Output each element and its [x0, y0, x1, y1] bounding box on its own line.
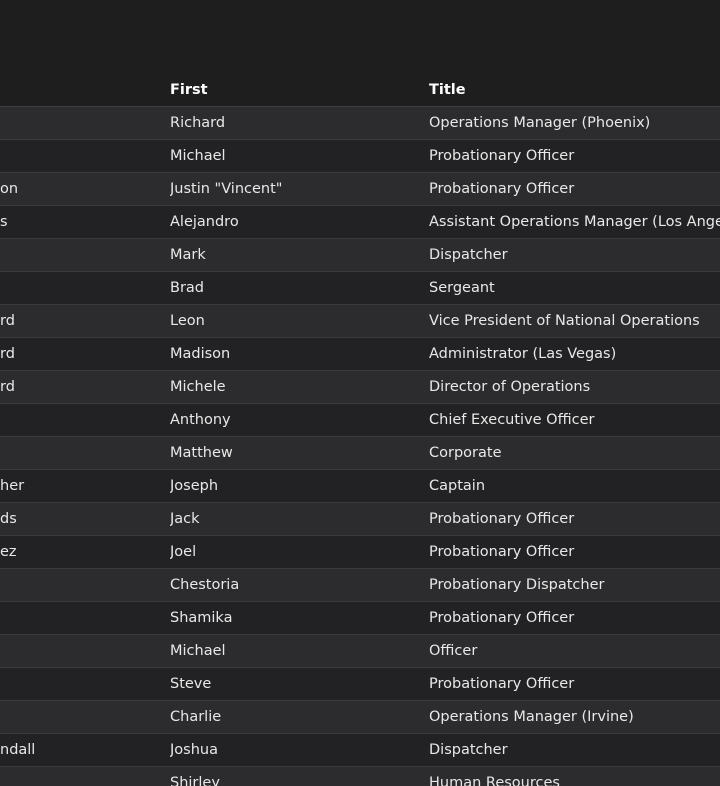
- column-header-first[interactable]: First: [170, 73, 410, 106]
- table-row[interactable]: rd Madison Administrator (Las Vegas): [0, 338, 720, 371]
- table-row[interactable]: Charlie Operations Manager (Irvine): [0, 701, 720, 734]
- cell-first-name: Joel: [170, 544, 197, 560]
- cell-first-name: Joseph: [170, 478, 219, 494]
- employee-table: First Title Richard Operations Manager (P…: [0, 73, 720, 786]
- cell-first-name: Leon: [170, 313, 205, 329]
- cell-first-name: Anthony: [170, 412, 231, 428]
- table-row[interactable]: Brad Sergeant: [0, 272, 720, 305]
- table-row[interactable]: Michael Officer: [0, 635, 720, 668]
- cell-title: Chief Executive Officer: [429, 412, 595, 428]
- page: First Title Richard Operations Manager (P…: [0, 0, 720, 786]
- cell-title: Dispatcher: [429, 247, 508, 263]
- cell-first-name: Joshua: [170, 742, 218, 758]
- cell-first-name: Mark: [170, 247, 206, 263]
- table-row[interactable]: Chestoria Probationary Dispatcher: [0, 569, 720, 602]
- cell-first-name: Michael: [170, 148, 226, 164]
- cell-title: Dispatcher: [429, 742, 508, 758]
- cell-first-name: Richard: [170, 115, 226, 131]
- cell-first-name: Madison: [170, 346, 231, 362]
- cell-last-name: ndall: [0, 742, 36, 758]
- cell-title: Vice President of National Operations: [429, 313, 700, 329]
- cell-first-name: Brad: [170, 280, 204, 296]
- cell-last-name: ez: [0, 544, 17, 560]
- table-row[interactable]: Anthony Chief Executive Officer: [0, 404, 720, 437]
- cell-last-name: ds: [0, 511, 17, 527]
- table-row[interactable]: Richard Operations Manager (Phoenix): [0, 107, 720, 140]
- cell-first-name: Michele: [170, 379, 226, 395]
- cell-title: Operations Manager (Irvine): [429, 709, 634, 725]
- table-row[interactable]: ez Joel Probationary Officer: [0, 536, 720, 569]
- table-row[interactable]: s Alejandro Assistant Operations Manager (…: [0, 206, 720, 239]
- cell-title: Assistant Operations Manager (Los Angele: [429, 214, 720, 230]
- table-row[interactable]: ds Jack Probationary Officer: [0, 503, 720, 536]
- cell-last-name: rd: [0, 346, 15, 362]
- cell-title: Operations Manager (Phoenix): [429, 115, 651, 131]
- table-row[interactable]: Steve Probationary Officer: [0, 668, 720, 701]
- table-header-row: First Title: [0, 73, 720, 107]
- cell-first-name: Justin "Vincent": [170, 181, 283, 197]
- table-row[interactable]: Michael Probationary Officer: [0, 140, 720, 173]
- cell-title: Officer: [429, 643, 478, 659]
- cell-title: Corporate: [429, 445, 502, 461]
- table-row[interactable]: ndall Joshua Dispatcher: [0, 734, 720, 767]
- table-row[interactable]: Shirley Human Resources: [0, 767, 720, 786]
- cell-title: Human Resources: [429, 775, 560, 786]
- cell-last-name: s: [0, 214, 8, 230]
- cell-title: Director of Operations: [429, 379, 591, 395]
- column-header-title[interactable]: Title: [429, 73, 720, 106]
- cell-title: Probationary Officer: [429, 676, 575, 692]
- table-row[interactable]: rd Leon Vice President of National Operati…: [0, 305, 720, 338]
- cell-first-name: Chestoria: [170, 577, 240, 593]
- cell-title: Probationary Officer: [429, 148, 575, 164]
- cell-last-name: rd: [0, 379, 15, 395]
- cell-last-name: her: [0, 478, 25, 494]
- cell-title: Probationary Officer: [429, 511, 575, 527]
- table-row[interactable]: on Justin "Vincent" Probationary Officer: [0, 173, 720, 206]
- cell-first-name: Michael: [170, 643, 226, 659]
- cell-last-name: rd: [0, 313, 15, 329]
- cell-first-name: Jack: [170, 511, 200, 527]
- cell-first-name: Shirley: [170, 775, 220, 786]
- cell-first-name: Alejandro: [170, 214, 239, 230]
- cell-title: Probationary Officer: [429, 544, 575, 560]
- cell-last-name: on: [0, 181, 19, 197]
- table-row[interactable]: Mark Dispatcher: [0, 239, 720, 272]
- cell-title: Sergeant: [429, 280, 495, 296]
- cell-first-name: Charlie: [170, 709, 222, 725]
- table-row[interactable]: rd Michele Director of Operations: [0, 371, 720, 404]
- cell-title: Administrator (Las Vegas): [429, 346, 617, 362]
- table-row[interactable]: Shamika Probationary Officer: [0, 602, 720, 635]
- cell-title: Probationary Officer: [429, 610, 575, 626]
- cell-title: Captain: [429, 478, 486, 494]
- cell-first-name: Shamika: [170, 610, 233, 626]
- cell-title: Probationary Dispatcher: [429, 577, 605, 593]
- cell-first-name: Steve: [170, 676, 212, 692]
- table-row[interactable]: Matthew Corporate: [0, 437, 720, 470]
- cell-first-name: Matthew: [170, 445, 233, 461]
- table-row[interactable]: her Joseph Captain: [0, 470, 720, 503]
- table-body: Richard Operations Manager (Phoenix) Micha…: [0, 107, 720, 786]
- cell-title: Probationary Officer: [429, 181, 575, 197]
